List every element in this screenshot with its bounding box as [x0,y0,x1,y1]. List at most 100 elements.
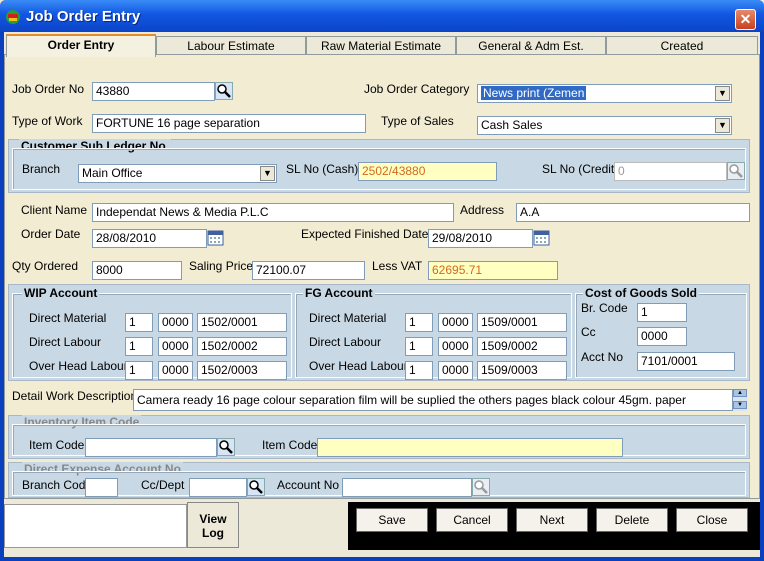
wip-overhead-labour-branch[interactable]: 1 [125,361,153,380]
title-bar[interactable]: Job Order Entry ✕ [0,0,764,32]
detail-work-description-field[interactable]: Camera ready 16 page colour separation f… [133,389,733,411]
fg-direct-material-branch[interactable]: 1 [405,313,433,332]
cancel-label: Cancel [453,513,491,527]
client-name-field[interactable]: Independat News & Media P.L.C [92,203,454,222]
type-of-work-label: Type of Work [12,114,83,128]
client-name-label: Client Name [21,203,88,217]
address-field[interactable]: A.A [516,203,750,222]
saling-price-field[interactable]: 72100.07 [252,261,365,280]
job-order-lookup-button[interactable] [215,82,233,100]
account-no-field[interactable] [342,478,472,497]
wip-overhead-labour-label: Over Head Labour [29,359,128,373]
br-code-field[interactable]: 1 [637,303,687,322]
wip-direct-material-cc[interactable]: 0000 [158,313,193,332]
cc-field[interactable]: 0000 [637,327,687,346]
calendar-icon[interactable] [533,229,550,246]
type-of-work-field[interactable]: FORTUNE 16 page separation [92,114,366,133]
wip-direct-material-label: Direct Material [29,311,107,325]
item-code-label: Item Code: [29,438,88,452]
branch-value: Main Office [82,166,143,180]
fg-direct-material-acct[interactable]: 1509/0001 [477,313,567,332]
branch-code-field[interactable] [85,478,118,497]
fg-overhead-labour-acct[interactable]: 1509/0003 [477,361,567,380]
tab-labour-estimate[interactable]: Labour Estimate [156,36,306,56]
qty-ordered-label: Qty Ordered [12,259,79,273]
close-button[interactable]: Close [676,508,748,532]
less-vat-field[interactable]: 62695.71 [428,261,558,280]
sl-no-cash-field[interactable]: 2502/43880 [358,162,497,181]
less-vat-label: Less VAT [372,259,423,273]
chevron-down-icon: ▼ [715,86,730,101]
fg-direct-labour-cc[interactable]: 0000 [438,337,473,356]
action-button-bar: Save Cancel Next Delete Close [348,502,760,550]
tab-order-entry[interactable]: Order Entry [6,34,156,57]
cancel-button[interactable]: Cancel [436,508,508,532]
tab-created[interactable]: Created [606,36,758,56]
calendar-icon[interactable] [207,229,224,246]
tab-general-adm-est[interactable]: General & Adm Est. [456,36,606,56]
tab-raw-material-estimate[interactable]: Raw Material Estimate [306,36,456,56]
save-label: Save [378,513,406,527]
fg-direct-material-cc[interactable]: 0000 [438,313,473,332]
tab-strip: Order Entry Labour Estimate Raw Material… [4,34,760,57]
account-no-lookup-button[interactable] [472,478,490,496]
sl-credit-lookup-button[interactable] [727,162,745,180]
wip-overhead-labour-cc[interactable]: 0000 [158,361,193,380]
next-button[interactable]: Next [516,508,588,532]
client-area: Order Entry Labour Estimate Raw Material… [4,32,760,557]
wip-direct-labour-branch[interactable]: 1 [125,337,153,356]
save-button[interactable]: Save [356,508,428,532]
footer-bar: View Log Save Cancel Next Delete Close [4,502,760,557]
job-order-category-select[interactable]: News print (Zemen ▼ [477,84,732,103]
close-window-button[interactable]: ✕ [735,9,756,30]
item-code-field[interactable] [85,438,217,457]
wip-overhead-labour-acct[interactable]: 1502/0003 [197,361,287,380]
customer-sub-ledger-group: Customer Sub Ledger No. Branch Main Offi… [8,139,750,193]
acct-no-label: Acct No [581,350,624,364]
item-code-lookup-button[interactable] [217,438,235,456]
sl-no-credit-field[interactable]: 0 [614,162,727,181]
wip-direct-material-branch[interactable]: 1 [125,313,153,332]
wip-direct-labour-acct[interactable]: 1502/0002 [197,337,287,356]
expected-finished-date-field[interactable]: 29/08/2010 [428,229,533,248]
cc-dept-field[interactable] [189,478,247,497]
window-title: Job Order Entry [26,8,141,25]
scroll-down-icon[interactable]: ▼ [733,401,747,409]
next-label: Next [539,513,565,527]
wip-direct-labour-cc[interactable]: 0000 [158,337,193,356]
expected-finished-date-label: Expected Finished Date [301,227,429,241]
fg-account-title: FG Account [303,286,375,300]
description-scrollbar[interactable]: ▲ ▼ [733,389,747,411]
scroll-up-icon[interactable]: ▲ [733,389,747,397]
cc-label: Cc [581,325,596,339]
account-no-label: Account No [277,478,340,492]
cogs-title: Cost of Goods Sold [583,286,699,300]
fg-direct-labour-branch[interactable]: 1 [405,337,433,356]
fg-direct-material-label: Direct Material [309,311,387,325]
order-date-field[interactable]: 28/08/2010 [92,229,207,248]
type-of-sales-select[interactable]: Cash Sales ▼ [477,116,732,135]
magnifier-icon [474,480,488,494]
sl-no-cash-label: SL No (Cash) [286,162,359,176]
job-order-category-value: News print (Zemen [481,86,587,100]
address-label: Address [460,203,505,217]
view-log-button[interactable]: View Log [187,502,239,548]
status-box [4,504,187,548]
detail-work-description-label: Detail Work Description [12,389,138,403]
fg-overhead-labour-cc[interactable]: 0000 [438,361,473,380]
item-code2-field[interactable] [317,438,623,457]
magnifier-icon [217,84,231,98]
branch-label: Branch [22,162,61,176]
fg-direct-labour-acct[interactable]: 1509/0002 [477,337,567,356]
acct-no-field[interactable]: 7101/0001 [637,352,735,371]
qty-ordered-field[interactable]: 8000 [92,261,182,280]
wip-direct-material-acct[interactable]: 1502/0001 [197,313,287,332]
fg-overhead-labour-label: Over Head Labour [309,359,408,373]
view-log-line1: View [199,512,227,526]
delete-button[interactable]: Delete [596,508,668,532]
cc-dept-lookup-button[interactable] [247,478,265,496]
app-icon [6,10,20,24]
job-order-no-field[interactable]: 43880 [92,82,215,101]
branch-select[interactable]: Main Office ▼ [78,164,277,183]
fg-overhead-labour-branch[interactable]: 1 [405,361,433,380]
